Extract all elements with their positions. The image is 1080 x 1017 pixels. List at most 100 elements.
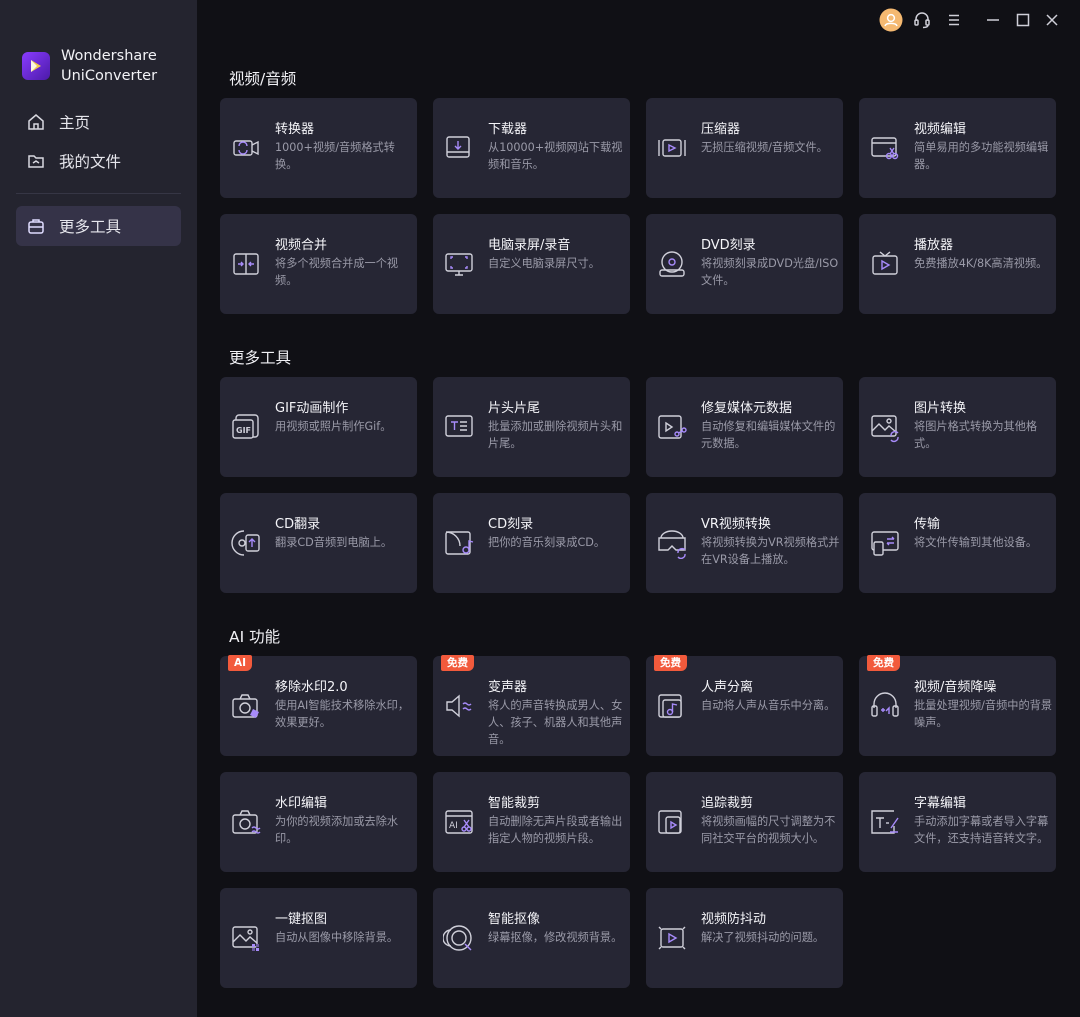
nav-my-files[interactable]: 我的文件 xyxy=(16,141,181,181)
tool-card-title: 智能裁剪 xyxy=(488,796,541,811)
home-icon xyxy=(26,112,46,132)
tool-card-watermark-editor[interactable]: 水印编辑 为你的视频添加或去除水印。 xyxy=(220,772,417,872)
tool-card-dvd-burner[interactable]: DVD刻录 将视频刻录成DVD光盘/ISO文件。 xyxy=(646,214,843,314)
nav-more-tools-label: 更多工具 xyxy=(59,218,122,236)
tool-card-description: 手动添加字幕或者导入字幕文件，还支持语音转文字。 xyxy=(914,815,1049,845)
tool-card-description: 绿幕抠像，修改视频背景。 xyxy=(488,931,623,944)
free-badge: 免费 xyxy=(441,655,474,671)
tool-card-title: 压缩器 xyxy=(701,122,741,137)
user-avatar[interactable] xyxy=(879,8,903,32)
tool-card-title: 变声器 xyxy=(488,680,528,695)
vocal-remover-icon xyxy=(656,690,688,722)
tool-card-title: 字幕编辑 xyxy=(914,796,967,811)
free-badge: 免费 xyxy=(654,655,687,671)
tool-card-image-converter[interactable]: 图片转换 将图片格式转换为其他格式。 xyxy=(859,377,1056,477)
minimize-button[interactable] xyxy=(981,8,1005,32)
tool-card-description: 将视频刻录成DVD光盘/ISO文件。 xyxy=(701,257,839,287)
tool-card-watermark-remover[interactable]: AI 移除水印2.0 使用AI智能技术移除水印，效果更好。 xyxy=(220,655,417,756)
tool-card-voice-changer[interactable]: 免费 变声器将人的声音转换成男人、女人、孩子、机器人和其他声音。 xyxy=(433,655,630,756)
tool-card-stabilizer[interactable]: 视频防抖动 解决了视频抖动的问题。 xyxy=(646,888,843,988)
tool-card-subtitle-editor[interactable]: 字幕编辑手动添加字幕或者导入字幕文件，还支持语音转文字。 xyxy=(859,772,1056,872)
tool-card-video-editor[interactable]: 视频编辑 简单易用的多功能视频编辑器。 xyxy=(859,98,1056,198)
converter-icon xyxy=(230,132,262,164)
tool-card-merger[interactable]: 视频合并 将多个视频合并成一个视频。 xyxy=(220,214,417,314)
nav-home[interactable]: 主页 xyxy=(16,102,181,142)
tool-card-compressor[interactable]: 压缩器 无损压缩视频/音频文件。 xyxy=(646,98,843,198)
cd-ripper-icon xyxy=(230,527,262,559)
tool-card-title: 智能抠像 xyxy=(488,912,541,927)
tool-card-smart-cutout[interactable]: 智能抠像绿幕抠像，修改视频背景。 xyxy=(433,888,630,988)
smart-trimmer-icon: AI xyxy=(443,806,475,838)
tool-card-description: 将多个视频合并成一个视频。 xyxy=(275,257,399,287)
tool-card-title: 视频/音频降噪 xyxy=(914,680,997,695)
tool-card-description: 用视频或照片制作Gif。 xyxy=(275,420,392,433)
tool-card-auto-reframe[interactable]: 追踪裁剪将视频画幅的尺寸调整为不同社交平台的视频大小。 xyxy=(646,772,843,872)
tool-card-description: 解决了视频抖动的问题。 xyxy=(701,931,825,944)
tool-card-description: 将人的声音转换成男人、女人、孩子、机器人和其他声音。 xyxy=(488,699,623,746)
uniconverter-logo-icon xyxy=(22,52,50,80)
tool-card-description: 批量添加或删除视频片头和片尾。 xyxy=(488,420,623,450)
maximize-button[interactable] xyxy=(1011,8,1035,32)
compressor-icon xyxy=(656,132,688,164)
tool-card-converter[interactable]: 转换器 1000+视频/音频格式转换。 xyxy=(220,98,417,198)
tool-card-description: 从10000+视频网站下载视频和音乐。 xyxy=(488,141,623,171)
app-name: Wondershare UniConverter xyxy=(61,46,157,86)
tool-card-smart-trimmer[interactable]: AI 智能裁剪 自动删除无声片段或者输出指定人物的视频片段。 xyxy=(433,772,630,872)
watermark-remover-icon xyxy=(230,690,262,722)
app-name-line2: UniConverter xyxy=(61,68,158,84)
tool-card-title: 人声分离 xyxy=(701,680,754,695)
tool-card-description: 将文件传输到其他设备。 xyxy=(914,536,1038,549)
screen-recorder-icon xyxy=(443,248,475,280)
tool-card-title: 图片转换 xyxy=(914,401,967,416)
tool-card-screen-recorder[interactable]: 电脑录屏/录音 自定义电脑录屏尺寸。 xyxy=(433,214,630,314)
toolbox-icon xyxy=(26,216,46,236)
close-button[interactable] xyxy=(1040,8,1064,32)
sidebar: Wondershare UniConverter 主页 我的文件 更多工具 xyxy=(0,0,197,1017)
tool-card-description: 自动从图像中移除背景。 xyxy=(275,931,399,944)
section-title-more-tools: 更多工具 xyxy=(229,349,292,367)
stabilizer-icon xyxy=(656,922,688,954)
tool-card-gif-maker[interactable]: GIF GIF动画制作用视频或照片制作Gif。 xyxy=(220,377,417,477)
tool-card-vr-converter[interactable]: VR视频转换 将视频转换为VR视频格式并在VR设备上播放。 xyxy=(646,493,843,593)
image-converter-icon xyxy=(869,411,901,443)
dvd-burner-icon xyxy=(656,248,688,280)
nav-more-tools[interactable]: 更多工具 xyxy=(16,206,181,246)
tool-card-title: 追踪裁剪 xyxy=(701,796,754,811)
tool-card-description: 简单易用的多功能视频编辑器。 xyxy=(914,141,1049,171)
tool-card-metadata[interactable]: 修复媒体元数据 自动修复和编辑媒体文件的元数据。 xyxy=(646,377,843,477)
tool-card-description: 免费播放4K/8K高清视频。 xyxy=(914,257,1048,270)
support-headset-icon[interactable] xyxy=(910,8,934,32)
tool-card-intro-outro[interactable]: 片头片尾批量添加或删除视频片头和片尾。 xyxy=(433,377,630,477)
tool-card-title: 传输 xyxy=(914,517,941,532)
tool-card-description: 使用AI智能技术移除水印，效果更好。 xyxy=(275,699,410,729)
tool-card-noise-remover[interactable]: 免费 视频/音频降噪 批量处理视频/音频中的背景噪声。 xyxy=(859,655,1056,756)
tool-card-transfer[interactable]: 传输将文件传输到其他设备。 xyxy=(859,493,1056,593)
tool-card-title: CD翻录 xyxy=(275,517,321,532)
tool-card-description: 将视频转换为VR视频格式并在VR设备上播放。 xyxy=(701,536,840,566)
gif-maker-icon: GIF xyxy=(230,411,262,443)
section-title-ai: AI 功能 xyxy=(229,628,281,646)
tool-card-description: 将视频画幅的尺寸调整为不同社交平台的视频大小。 xyxy=(701,815,836,845)
tool-card-downloader[interactable]: 下载器 从10000+视频网站下载视频和音乐。 xyxy=(433,98,630,198)
nav-divider xyxy=(16,193,181,194)
tool-card-title: GIF动画制作 xyxy=(275,401,349,416)
svg-text:GIF: GIF xyxy=(236,426,251,435)
cd-burner-icon xyxy=(443,527,475,559)
menu-icon[interactable] xyxy=(942,8,966,32)
nav-my-files-label: 我的文件 xyxy=(59,153,122,171)
tool-card-vocal-remover[interactable]: 免费 人声分离 自动将人声从音乐中分离。 xyxy=(646,655,843,756)
tool-card-player[interactable]: 播放器 免费播放4K/8K高清视频。 xyxy=(859,214,1056,314)
tool-card-title: 电脑录屏/录音 xyxy=(488,238,571,253)
tool-card-cd-ripper[interactable]: CD翻录 翻录CD音频到电脑上。 xyxy=(220,493,417,593)
tool-card-bg-remover[interactable]: 一键抠图 自动从图像中移除背景。 xyxy=(220,888,417,988)
tool-card-title: 转换器 xyxy=(275,122,315,137)
svg-text:AI: AI xyxy=(449,821,458,831)
tool-card-description: 1000+视频/音频格式转换。 xyxy=(275,141,395,171)
auto-reframe-icon xyxy=(656,806,688,838)
tool-card-cd-burner[interactable]: CD刻录 把你的音乐刻录成CD。 xyxy=(433,493,630,593)
tool-card-description: 为你的视频添加或去除水印。 xyxy=(275,815,399,845)
player-icon xyxy=(869,248,901,280)
voice-changer-icon xyxy=(443,690,475,722)
tool-card-title: 片头片尾 xyxy=(488,401,541,416)
app-name-line1: Wondershare xyxy=(61,48,157,64)
